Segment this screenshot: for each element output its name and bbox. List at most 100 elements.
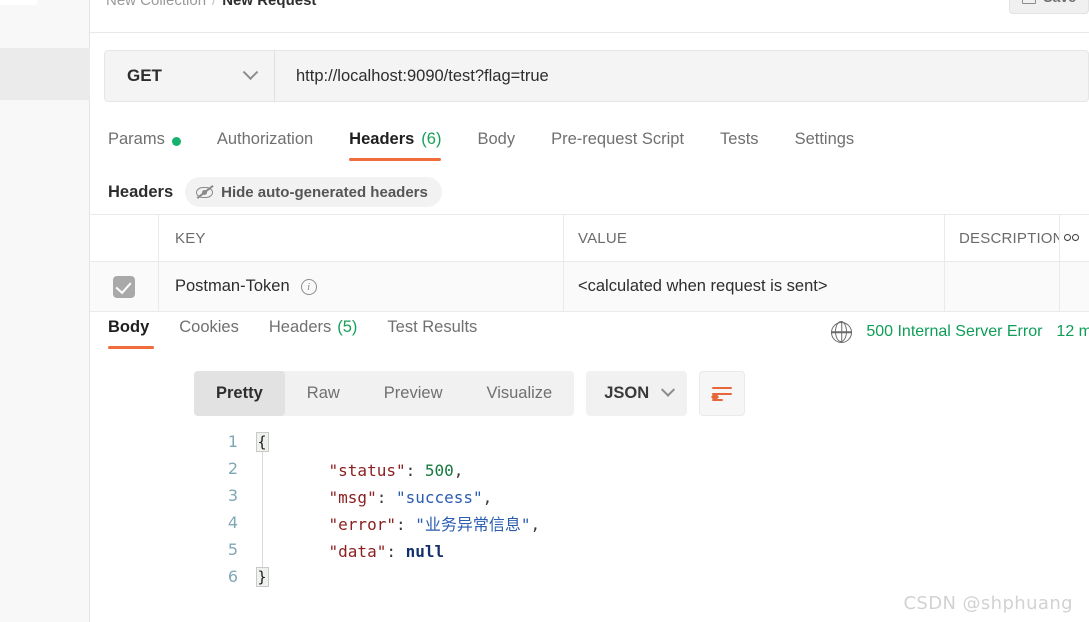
save-button[interactable]: Save [1009, 0, 1089, 14]
sidebar-active-item[interactable] [0, 48, 90, 100]
row-checkbox[interactable] [113, 275, 135, 298]
response-body-toolbar: Pretty Raw Preview Visualize JSON [194, 371, 746, 416]
save-icon [1022, 0, 1037, 4]
json-value: "业务异常信息" [415, 515, 531, 534]
json-value: "success" [395, 488, 483, 507]
response-format-group: Pretty Raw Preview Visualize [194, 371, 575, 416]
http-method-value: GET [127, 66, 162, 85]
response-language-value: JSON [604, 384, 650, 402]
response-tab-body[interactable]: Body [104, 314, 164, 354]
breadcrumb-request[interactable]: New Request [222, 0, 316, 9]
tab-params-label: Params [108, 130, 165, 148]
postman-window: New Collection / New Request Save GET Pa… [0, 0, 1089, 622]
row-tools-cell [1060, 262, 1089, 311]
breadcrumb-separator: / [212, 0, 217, 9]
column-header-description: DESCRIPTION [945, 215, 1060, 261]
fold-gutter[interactable]: } [254, 567, 270, 587]
word-wrap-button[interactable] [699, 371, 746, 416]
bulk-edit-button[interactable] [1060, 215, 1089, 261]
tab-body[interactable]: Body [459, 122, 533, 164]
row-value-cell[interactable]: <calculated when request is sent> [564, 262, 945, 311]
tab-settings[interactable]: Settings [777, 122, 873, 164]
tab-tests-label: Tests [720, 130, 759, 148]
info-icon[interactable]: i [300, 278, 317, 295]
format-pretty-button[interactable]: Pretty [194, 371, 285, 416]
line-number: 3 [227, 486, 238, 505]
response-tab-cookies[interactable]: Cookies [164, 314, 254, 354]
line-number: 2 [227, 459, 238, 478]
tab-body-label: Body [477, 130, 516, 148]
headers-subheader: Headers Hide auto-generated headers [104, 172, 1089, 212]
tab-authorization[interactable]: Authorization [199, 122, 331, 164]
table-row[interactable]: Postman-Token i <calculated when request… [90, 262, 1089, 312]
save-button-label: Save [1043, 0, 1076, 5]
format-raw-button[interactable]: Raw [285, 371, 362, 416]
main-pane: New Collection / New Request Save GET Pa… [90, 0, 1089, 622]
response-tab-test-results[interactable]: Test Results [372, 314, 492, 354]
word-wrap-icon [710, 386, 733, 401]
row-description-cell[interactable] [945, 262, 1060, 311]
response-tab-headers[interactable]: Headers (5) [254, 314, 373, 354]
line-number: 6 [227, 567, 238, 586]
json-key: "status" [328, 461, 406, 480]
column-header-value: VALUE [564, 215, 945, 261]
response-tab-test-results-label: Test Results [387, 318, 478, 336]
bulk-edit-icon [1064, 233, 1080, 243]
response-status-text: 500 Internal Server Error [866, 323, 1043, 340]
response-tab-body-label: Body [108, 318, 150, 336]
headers-table-header-row: KEY VALUE DESCRIPTION [90, 214, 1089, 262]
tab-pre-request-script[interactable]: Pre-request Script [533, 122, 702, 164]
json-key: "error" [328, 515, 396, 534]
hide-auto-generated-headers-button[interactable]: Hide auto-generated headers [185, 177, 442, 207]
colon: : [386, 542, 406, 561]
comma: , [482, 488, 493, 507]
tab-headers[interactable]: Headers (6) [331, 122, 459, 164]
headers-section-label: Headers [108, 182, 174, 201]
format-preview-button[interactable]: Preview [362, 371, 465, 416]
fold-gutter[interactable]: { [254, 432, 270, 459]
code-line: 3 "msg": "success", [194, 486, 1089, 513]
chevron-down-icon [661, 382, 676, 397]
brace-close[interactable]: } [255, 567, 269, 587]
tab-settings-label: Settings [794, 130, 855, 148]
column-header-key: KEY [159, 215, 564, 261]
header-divider [90, 32, 1089, 33]
tab-params[interactable]: Params [104, 122, 199, 164]
column-header-checkbox [90, 215, 159, 261]
row-checkbox-cell[interactable] [90, 262, 159, 311]
http-method-select[interactable]: GET [105, 51, 275, 101]
response-language-select[interactable]: JSON [586, 371, 688, 416]
row-key-text: Postman-Token [175, 277, 290, 295]
code-line: 5 "data": null [194, 540, 1089, 567]
json-key: "data" [328, 542, 387, 561]
hide-auto-generated-headers-label: Hide auto-generated headers [221, 183, 428, 201]
headers-table: KEY VALUE DESCRIPTION Postman-Token i <c… [90, 214, 1089, 312]
tab-pre-request-script-label: Pre-request Script [551, 130, 685, 148]
breadcrumb-collection[interactable]: New Collection [106, 0, 206, 9]
breadcrumb: New Collection / New Request [106, 0, 316, 11]
url-input[interactable] [275, 51, 1088, 101]
code-line: 6 } [194, 567, 1089, 594]
left-sidebar [0, 0, 90, 622]
params-modified-dot-icon [171, 137, 181, 146]
json-value: 500 [424, 461, 454, 480]
eye-slash-icon [196, 185, 214, 199]
colon: : [395, 515, 416, 534]
tab-headers-count: (6) [421, 130, 442, 148]
colon: : [405, 461, 425, 480]
response-time-text: 12 m [1056, 323, 1089, 340]
response-tab-headers-count: (5) [337, 318, 358, 336]
row-key-cell[interactable]: Postman-Token i [159, 262, 564, 311]
code-text: "status": 500, [270, 459, 464, 483]
code-text: "msg": "success", [270, 486, 493, 510]
tab-headers-label: Headers [349, 130, 415, 148]
response-status-bar: 500 Internal Server Error 12 m [831, 318, 1089, 346]
request-tabs: Params Authorization Headers (6) Body Pr… [104, 122, 1089, 164]
brace-open[interactable]: { [255, 432, 269, 452]
colon: : [376, 488, 396, 507]
format-visualize-button[interactable]: Visualize [464, 371, 574, 416]
tab-tests[interactable]: Tests [702, 122, 777, 164]
